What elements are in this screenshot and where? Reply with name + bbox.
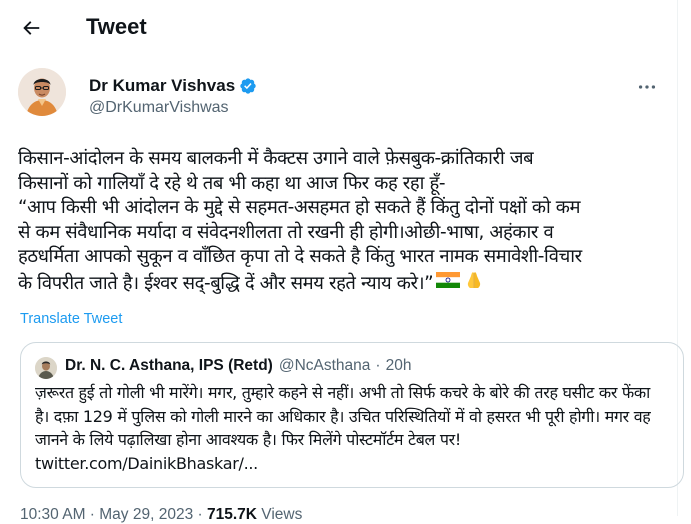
quoted-author-name: Dr. N. C. Asthana, IPS (Retd) bbox=[65, 357, 273, 374]
more-options-icon[interactable] bbox=[636, 78, 658, 96]
quoted-tweet-card[interactable]: Dr. N. C. Asthana, IPS (Retd) @NcAsthana… bbox=[20, 342, 684, 488]
tweet-body: किसान-आंदोलन के समय बालकनी में कैक्टस उग… bbox=[18, 147, 668, 297]
quoted-timestamp: 20h bbox=[385, 357, 412, 374]
verified-badge-icon bbox=[240, 78, 256, 94]
separator-dot: · bbox=[197, 506, 203, 523]
page-header: Tweet bbox=[0, 0, 677, 56]
quoted-header: Dr. N. C. Asthana, IPS (Retd) @NcAsthana… bbox=[65, 357, 411, 375]
author-name-row: Dr Kumar Vishvas bbox=[89, 76, 257, 96]
tweet-timestamp[interactable]: 10:30 AM · May 29, 2023 bbox=[20, 506, 193, 523]
page-title: Tweet bbox=[86, 14, 147, 39]
translate-tweet-link[interactable]: Translate Tweet bbox=[20, 311, 122, 327]
separator-dot: · bbox=[375, 357, 381, 374]
arrow-left-icon[interactable] bbox=[20, 17, 42, 39]
quoted-avatar-image bbox=[35, 357, 57, 379]
tweet-page: Tweet Dr Kumar Vishvas @DrKumarVishwas क… bbox=[0, 0, 684, 523]
author-handle[interactable]: @DrKumarVishwas bbox=[89, 99, 229, 117]
india-flag-icon bbox=[435, 271, 461, 297]
quoted-text: ज़रूरत हुई तो गोली भी मारेंगे। मगर, तुम्… bbox=[35, 383, 651, 473]
quoted-author-handle: @NcAsthana bbox=[278, 357, 371, 374]
tweet-text: किसान-आंदोलन के समय बालकनी में कैक्टस उग… bbox=[18, 148, 582, 294]
views-count: 715.7K bbox=[206, 506, 257, 523]
views-label: Views bbox=[261, 506, 303, 523]
folded-hands-icon bbox=[463, 270, 485, 298]
tweet-metadata: 10:30 AM · May 29, 2023 · 715.7K Views bbox=[20, 506, 302, 524]
author-name[interactable]: Dr Kumar Vishvas bbox=[89, 76, 235, 96]
avatar-image bbox=[18, 68, 66, 116]
quoted-avatar[interactable] bbox=[35, 357, 57, 379]
avatar[interactable] bbox=[18, 68, 66, 116]
